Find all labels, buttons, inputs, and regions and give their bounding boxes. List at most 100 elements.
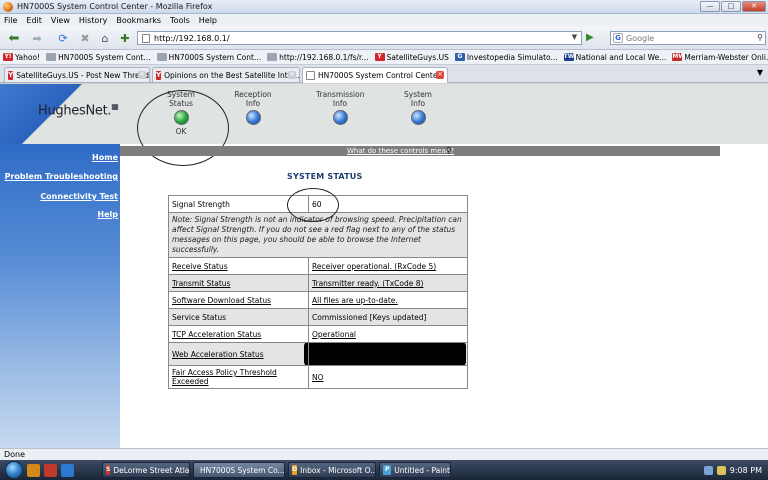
stop-icon[interactable]: ✖: [78, 31, 92, 45]
menu-view[interactable]: View: [51, 16, 70, 25]
web-acceleration-status-label[interactable]: Web Acceleration Status: [168, 342, 309, 366]
close-button[interactable]: ✕: [742, 1, 766, 12]
tray-network-icon[interactable]: [703, 465, 713, 475]
address-bar[interactable]: http://192.168.0.1/ ▼: [137, 31, 582, 45]
transmission-info-icon[interactable]: [332, 110, 348, 125]
menu-bookmarks[interactable]: Bookmarks: [116, 16, 161, 25]
sidebar-item-help[interactable]: Help: [97, 210, 118, 219]
close-tab-icon[interactable]: ✕: [436, 71, 444, 79]
fair-access-policy-threshold-exceeded-label[interactable]: Fair Access Policy Threshold Exceeded: [168, 365, 309, 389]
help-bar: What do these controls mean? ⚲: [120, 146, 720, 156]
go-arrow-icon[interactable]: ▶: [586, 32, 598, 44]
sidebar-item-home[interactable]: Home: [92, 153, 118, 162]
menu-history[interactable]: History: [79, 16, 107, 25]
software-download-status-value-text[interactable]: All files are up-to-date.: [312, 296, 398, 305]
software-download-status-label-text[interactable]: Software Download Status: [172, 296, 271, 305]
tcp-acceleration-status-value[interactable]: Operational: [308, 325, 468, 343]
sidebar-item-problem-troubleshooting[interactable]: Problem Troubleshooting: [5, 172, 118, 181]
search-icon[interactable]: ⚲: [757, 33, 763, 42]
service-status-label-text: Service Status: [172, 312, 227, 322]
logo-mark-icon: ▦: [111, 102, 119, 111]
taskbar-button[interactable]: P Untitled - Paint: [379, 462, 451, 478]
bookmark-item[interactable]: TWC National and Local We...: [563, 53, 666, 62]
search-input[interactable]: G Google ⚲: [610, 31, 766, 45]
fair-access-policy-threshold-exceeded-value[interactable]: NO: [308, 365, 468, 389]
transmission-info-indicator[interactable]: Transmission Info: [316, 90, 364, 125]
window-controls: — □ ✕: [700, 1, 766, 12]
forward-arrow-icon[interactable]: ➡: [30, 31, 44, 45]
taskbar-button[interactable]: HN7000S System Co...: [193, 462, 285, 478]
page-icon: [156, 53, 167, 61]
back-arrow-icon[interactable]: ⬅: [4, 31, 24, 46]
fair-access-policy-threshold-exceeded-label-text[interactable]: Fair Access Policy Threshold Exceeded: [172, 368, 277, 386]
bookmark-item[interactable]: Y! Yahoo!: [3, 53, 40, 62]
help-controls-link[interactable]: What do these controls mean?: [347, 147, 454, 155]
tcp-acceleration-status-label-text[interactable]: TCP Acceleration Status: [172, 330, 261, 339]
receive-status-value[interactable]: Receiver operational. (RxCode 5): [308, 257, 468, 275]
receive-status-label[interactable]: Receive Status: [168, 257, 309, 275]
web-acceleration-status-label-text[interactable]: Web Acceleration Status: [172, 350, 264, 359]
home-icon[interactable]: ⌂: [98, 31, 112, 45]
menu-tools[interactable]: Tools: [170, 16, 190, 25]
satelliteguys-icon: Y: [8, 70, 14, 80]
transmit-status-value-text[interactable]: Transmitter ready. (TxCode 8): [312, 279, 423, 288]
clock[interactable]: 9:08 PM: [730, 466, 762, 475]
bookmark-label: Yahoo!: [15, 52, 41, 62]
maximize-button[interactable]: □: [721, 1, 741, 12]
tcp-acceleration-status-value-text[interactable]: Operational: [312, 330, 356, 339]
tab-opinions-satellite[interactable]: Y Opinions on the Best Satellite Inter..…: [152, 67, 300, 82]
bookmark-item[interactable]: G Investopedia Simulato...: [454, 53, 558, 62]
transmit-status-label-text[interactable]: Transmit Status: [172, 279, 230, 288]
menu-edit[interactable]: Edit: [26, 16, 42, 25]
receive-status-label-text[interactable]: Receive Status: [172, 262, 228, 271]
taskbar-button[interactable]: O Inbox - Microsoft O...: [288, 462, 376, 478]
bookmark-label: http://192.168.0.1/fs/r...: [279, 52, 369, 62]
close-tab-icon[interactable]: ✕: [288, 71, 296, 79]
page-icon: [306, 71, 315, 80]
fair-access-policy-threshold-exceeded-value-text[interactable]: NO: [312, 373, 324, 382]
reception-info-indicator[interactable]: Reception Info: [234, 90, 272, 125]
web-acceleration-status-value: [304, 342, 468, 366]
firefox-icon: [3, 1, 13, 12]
transmit-status-label[interactable]: Transmit Status: [168, 274, 309, 292]
bookmark-item[interactable]: http://192.168.0.1/fs/r...: [267, 52, 369, 62]
tab-satelliteguys-post[interactable]: Y SatelliteGuys.US - Post New Thread ✕: [4, 67, 150, 82]
yahoo-icon: Y!: [3, 53, 13, 61]
transmit-status-value[interactable]: Transmitter ready. (TxCode 8): [308, 274, 468, 292]
title-bar: HN7000S System Control Center - Mozilla …: [0, 0, 768, 14]
windows-taskbar: S DeLorme Street Atla... HN7000S System Co…: [0, 460, 768, 480]
bookmark-item[interactable]: Y SatelliteGuys.US: [374, 53, 449, 62]
tab-label: SatelliteGuys.US - Post New Thread: [16, 70, 149, 80]
sidebar-item-connectivity-test[interactable]: Connectivity Test: [40, 192, 118, 201]
system-tray: 9:08 PM: [703, 460, 768, 480]
section-title: SYSTEM STATUS: [287, 172, 363, 181]
tab-hn7000s[interactable]: HN7000S System Control Center ✕: [302, 67, 448, 83]
google-icon[interactable]: G: [613, 33, 623, 43]
redaction-block: [304, 342, 466, 366]
list-all-tabs-icon[interactable]: ▼: [754, 68, 766, 80]
tray-volume-icon[interactable]: [716, 465, 726, 475]
reload-icon[interactable]: ⟳: [56, 31, 70, 45]
system-info-indicator[interactable]: System Info: [402, 90, 434, 125]
chevron-down-icon[interactable]: ▼: [570, 33, 579, 43]
system-info-icon[interactable]: [410, 110, 426, 125]
reception-info-icon[interactable]: [245, 110, 261, 125]
start-button[interactable]: [5, 461, 23, 479]
close-tab-icon[interactable]: ✕: [138, 71, 146, 79]
tcp-acceleration-status-label[interactable]: TCP Acceleration Status: [168, 325, 309, 343]
menu-file[interactable]: File: [4, 16, 17, 25]
quick-launch-firefox-icon[interactable]: [27, 463, 40, 477]
minimize-button[interactable]: —: [700, 1, 720, 12]
bookmark-item[interactable]: HN7000S System Cont...: [156, 53, 261, 62]
receive-status-value-text[interactable]: Receiver operational. (RxCode 5): [312, 262, 436, 271]
menu-help[interactable]: Help: [199, 16, 217, 25]
table-row: Receive Status Receiver operational. (RxC…: [168, 257, 468, 275]
quick-launch-delorme-icon[interactable]: [44, 463, 57, 477]
bookmark-item[interactable]: MW Merriam-Webster Onli...: [672, 53, 768, 62]
software-download-status-label[interactable]: Software Download Status: [168, 291, 309, 309]
taskbar-button[interactable]: S DeLorme Street Atla...: [102, 462, 190, 478]
quick-launch-ie-icon[interactable]: [61, 463, 74, 477]
bookmark-item[interactable]: HN7000S System Cont...: [46, 53, 151, 62]
software-download-status-value[interactable]: All files are up-to-date.: [308, 291, 468, 309]
add-bookmark-icon[interactable]: ✚: [118, 31, 132, 45]
